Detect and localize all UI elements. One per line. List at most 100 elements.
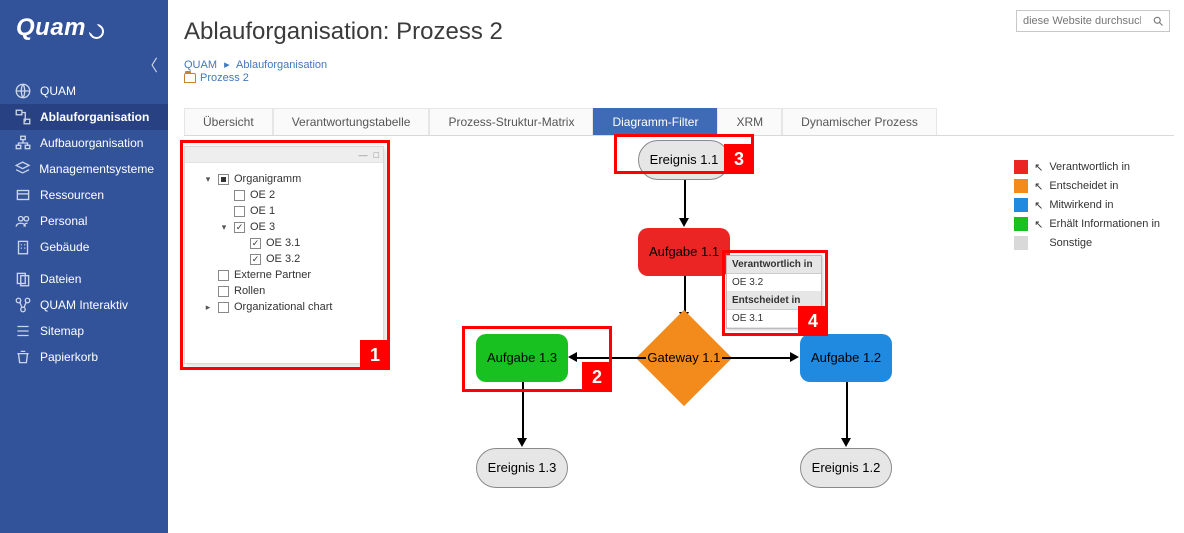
layers-icon [14, 162, 31, 176]
nav-dateien[interactable]: Dateien [0, 266, 168, 292]
nav-label: Gebäude [40, 240, 89, 254]
tree-row-oe3[interactable]: ▾ OE 3 [193, 219, 375, 235]
edge [722, 357, 792, 359]
node-ereignis-1-1[interactable]: Ereignis 1.1 [638, 140, 730, 180]
caret-down-icon[interactable]: ▾ [203, 174, 213, 185]
node-label: Ereignis 1.1 [650, 153, 719, 167]
node-ereignis-1-3[interactable]: Ereignis 1.3 [476, 448, 568, 488]
annotation-number-1: 1 [360, 340, 390, 370]
tree-label: Organigramm [234, 173, 301, 185]
node-gateway-1-1[interactable]: Gateway 1.1 [636, 310, 732, 406]
tooltip-value-verantwortlich: OE 3.2 [727, 274, 821, 292]
breadcrumb-prozess2[interactable]: Prozess 2 [200, 72, 249, 84]
filter-tree: ▾ Organigramm OE 2 OE 1 ▾ OE 3 OE 3.1 OE 3… [185, 163, 383, 323]
brand-text: Quam [16, 14, 86, 42]
tab-uebersicht[interactable]: Übersicht [184, 108, 273, 135]
nav-personal[interactable]: Personal [0, 208, 168, 234]
tree-row-oe32[interactable]: OE 3.2 [193, 251, 375, 267]
nav-label: QUAM [40, 84, 76, 98]
checkbox-checked[interactable] [250, 254, 261, 265]
nav-label: Sitemap [40, 324, 84, 338]
checkbox-checked[interactable] [234, 222, 245, 233]
nav-ablauforganisation[interactable]: Ablauforganisation [0, 104, 168, 130]
minimize-icon[interactable]: — [359, 150, 368, 160]
nav-ressourcen[interactable]: Ressourcen [0, 182, 168, 208]
search-box [1016, 10, 1170, 32]
building-icon [14, 240, 32, 254]
tree-row-orgchart[interactable]: ▸ Organizational chart [193, 299, 375, 315]
nav-quam[interactable]: QUAM [0, 78, 168, 104]
sidebar-collapse-icon[interactable]: 〈 [142, 52, 158, 76]
tree-label: OE 3.2 [266, 253, 300, 265]
nav-papierkorb[interactable]: Papierkorb [0, 344, 168, 370]
arrow-icon: ↖ [1034, 199, 1043, 212]
node-aufgabe-1-3[interactable]: Aufgabe 1.3 [476, 334, 568, 382]
legend-label: Entscheidet in [1049, 180, 1118, 192]
legend-entscheidet: ↖Entscheidet in [1014, 179, 1160, 193]
node-aufgabe-1-2[interactable]: Aufgabe 1.2 [800, 334, 892, 382]
arrowhead-icon [790, 352, 799, 362]
checkbox[interactable] [234, 206, 245, 217]
caret-down-icon[interactable]: ▾ [219, 222, 229, 233]
arrow-icon: ↖ [1034, 161, 1043, 174]
folder-icon [184, 73, 196, 83]
node-label: Ereignis 1.2 [812, 461, 881, 475]
nav-label: Managementsysteme [39, 162, 154, 176]
legend-mitwirkend: ↖Mitwirkend in [1014, 198, 1160, 212]
node-label: Ereignis 1.3 [488, 461, 557, 475]
brand-moon-icon [89, 24, 104, 39]
flow-icon [14, 110, 32, 124]
caret-right-icon[interactable]: ▸ [203, 302, 213, 313]
legend-verantwortlich: ↖ Verantwortlich in [1014, 160, 1160, 174]
maximize-icon[interactable]: □ [374, 150, 379, 160]
swatch-green [1014, 217, 1028, 231]
tree-row-externe[interactable]: Externe Partner [193, 267, 375, 283]
legend: ↖Verantwortlich in ↖Entscheidet in ↖Mitw… [1014, 160, 1160, 255]
tree-label: Organizational chart [234, 301, 332, 313]
tab-verantwortungstabelle[interactable]: Verantwortungstabelle [273, 108, 430, 135]
tree-row-oe2[interactable]: OE 2 [193, 187, 375, 203]
tree-row-oe31[interactable]: OE 3.1 [193, 235, 375, 251]
page-title: Ablauforganisation: Prozess 2 [184, 18, 503, 46]
tooltip-heading-verantwortlich: Verantwortlich in [727, 256, 821, 274]
checkbox[interactable] [234, 190, 245, 201]
tab-dynamischer-prozess[interactable]: Dynamischer Prozess [782, 108, 937, 135]
edge [576, 357, 646, 359]
tree-label: OE 3.1 [266, 237, 300, 249]
breadcrumb-current: Prozess 2 [184, 72, 249, 84]
nav-label: Dateien [40, 272, 81, 286]
node-aufgabe-1-1[interactable]: Aufgabe 1.1 [638, 228, 730, 276]
files-icon [14, 272, 32, 286]
legend-label: Verantwortlich in [1049, 161, 1130, 173]
checkbox-mixed[interactable] [218, 174, 229, 185]
annotation-number-4: 4 [798, 306, 828, 336]
tree-label: Rollen [234, 285, 265, 297]
search-button[interactable] [1147, 11, 1169, 31]
node-label: Aufgabe 1.1 [649, 245, 719, 260]
nav-aufbauorganisation[interactable]: Aufbauorganisation [0, 130, 168, 156]
swatch-grey [1014, 236, 1028, 250]
node-ereignis-1-2[interactable]: Ereignis 1.2 [800, 448, 892, 488]
checkbox[interactable] [218, 286, 229, 297]
tab-prozess-struktur-matrix[interactable]: Prozess-Struktur-Matrix [429, 108, 593, 135]
nav-gebaeude[interactable]: Gebäude [0, 234, 168, 260]
nav-quam-interaktiv[interactable]: QUAM Interaktiv [0, 292, 168, 318]
checkbox[interactable] [218, 270, 229, 281]
checkbox[interactable] [218, 302, 229, 313]
sitemap-icon [14, 324, 32, 338]
nav-sitemap[interactable]: Sitemap [0, 318, 168, 344]
nav-label: Ablauforganisation [40, 110, 149, 124]
checkbox-checked[interactable] [250, 238, 261, 249]
people-icon [14, 214, 32, 228]
tab-xrm[interactable]: XRM [717, 108, 782, 135]
tab-diagramm-filter[interactable]: Diagramm-Filter [593, 108, 717, 135]
search-input[interactable] [1017, 11, 1147, 31]
tree-label: OE 3 [250, 221, 275, 233]
box-icon [14, 188, 32, 202]
nav-managementsysteme[interactable]: Managementsysteme [0, 156, 168, 182]
tree-row-oe1[interactable]: OE 1 [193, 203, 375, 219]
breadcrumb-quam[interactable]: QUAM [184, 59, 217, 71]
breadcrumb-ablauforganisation[interactable]: Ablauforganisation [236, 59, 327, 71]
tree-row-organigramm[interactable]: ▾ Organigramm [193, 171, 375, 187]
tree-row-rollen[interactable]: Rollen [193, 283, 375, 299]
